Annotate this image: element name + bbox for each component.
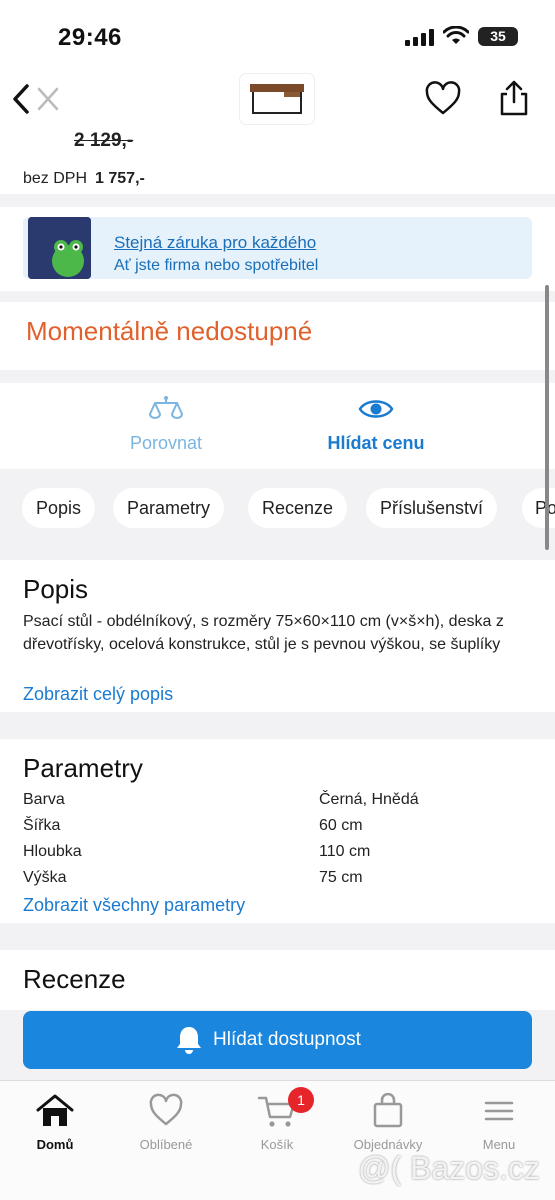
tab-more[interactable]: Po: [522, 488, 555, 528]
cart-badge: 1: [288, 1087, 314, 1113]
eye-icon: [358, 400, 394, 418]
section-tabs: Popis Parametry Recenze Příslušenství Po: [0, 472, 555, 546]
watch-price-label: Hlídat cenu: [327, 433, 425, 453]
parameter-value: 75 cm: [319, 869, 363, 886]
bag-icon: [373, 1093, 403, 1128]
status-time: 29:46: [58, 24, 122, 51]
original-price: 2 129,-: [74, 130, 134, 151]
parameter-name: Šířka: [23, 817, 61, 834]
parameter-name: Hloubka: [23, 843, 82, 860]
nav-favorites[interactable]: Oblíbené: [111, 1093, 221, 1152]
warranty-title[interactable]: Stejná záruka pro každého: [114, 233, 316, 253]
menu-icon: [484, 1101, 514, 1121]
parameter-row: Barva Černá, Hnědá: [23, 791, 532, 809]
warranty-subtitle: Ať jste firma nebo spotřebitel: [114, 257, 319, 274]
reviews-section: Recenze: [0, 950, 555, 1010]
nav-orders[interactable]: Objednávky: [333, 1093, 443, 1152]
watch-price-button[interactable]: Hlídat cenu: [296, 395, 456, 454]
description-text: Psací stůl - obdélníkový, s rozměry 75×6…: [23, 613, 504, 653]
desk-image: [250, 84, 304, 114]
back-icon[interactable]: [10, 78, 62, 120]
nav-home[interactable]: Domů: [0, 1093, 110, 1152]
warranty-banner[interactable]: Stejná záruka pro každého Ať jste firma …: [23, 217, 532, 279]
watch-availability-button[interactable]: Hlídat dostupnost: [23, 1011, 532, 1069]
status-bar: 29:46 35: [0, 0, 555, 70]
description-title: Popis: [23, 574, 89, 604]
nav-cart[interactable]: 1 Košík: [222, 1087, 332, 1152]
watch-availability-label: Hlídat dostupnost: [213, 1029, 361, 1050]
warranty-section: Stejná záruka pro každého Ať jste firma …: [0, 207, 555, 291]
tab-parametry[interactable]: Parametry: [113, 488, 225, 528]
tab-recenze[interactable]: Recenze: [248, 488, 348, 528]
parameter-row: Šířka 60 cm: [23, 817, 532, 835]
heart-icon: [149, 1093, 183, 1126]
availability-section: Momentálně nedostupné: [0, 302, 555, 370]
product-thumbnail[interactable]: [240, 74, 314, 124]
mascot-icon: [28, 217, 91, 279]
parameter-name: Výška: [23, 869, 67, 886]
availability-status: Momentálně nedostupné: [26, 316, 313, 346]
reviews-title: Recenze: [23, 964, 126, 994]
price-without-vat-value: 1 757,-: [95, 170, 145, 187]
scales-icon: [149, 396, 183, 419]
parameter-row: Výška 75 cm: [23, 869, 532, 887]
warranty-illustration: [28, 217, 91, 279]
parameter-value: 60 cm: [319, 817, 363, 834]
compare-button[interactable]: Porovnat: [86, 395, 246, 454]
tab-popis[interactable]: Popis: [22, 488, 96, 528]
wifi-icon: [443, 26, 469, 44]
compare-label: Porovnat: [129, 433, 203, 453]
parameters-title: Parametry: [23, 753, 143, 783]
parameter-name: Barva: [23, 791, 65, 808]
product-actions: Porovnat Hlídat cenu: [0, 383, 555, 469]
price-without-vat: bez DPH 1 757,-: [23, 170, 145, 188]
show-full-description-link[interactable]: Zobrazit celý popis: [23, 684, 173, 705]
description-section: Popis Psací stůl - obdélníkový, s rozměr…: [0, 560, 555, 712]
nav-cart-label: Košík: [260, 1137, 294, 1152]
show-all-parameters-link[interactable]: Zobrazit všechny parametry: [23, 895, 245, 916]
parameter-value: 110 cm: [319, 843, 371, 860]
parameter-value: Černá, Hnědá: [319, 791, 419, 808]
nav-home-label: Domů: [36, 1137, 74, 1152]
nav-menu[interactable]: Menu: [444, 1093, 554, 1152]
top-navigation-bar: [0, 70, 555, 130]
parameter-row: Hloubka 110 cm: [23, 843, 532, 861]
favorite-icon[interactable]: [424, 80, 462, 118]
price-section: 2 129,- bez DPH 1 757,-: [0, 130, 555, 194]
battery-icon: 35: [478, 27, 518, 46]
price-without-vat-label: bez DPH: [23, 170, 88, 187]
cellular-signal-icon: [405, 28, 434, 46]
watermark: @( Bazos.cz: [358, 1150, 540, 1186]
nav-favorites-label: Oblíbené: [139, 1137, 193, 1152]
tab-prislusenstvi[interactable]: Příslušenství: [366, 488, 498, 528]
scrollbar[interactable]: [545, 285, 549, 550]
bell-icon: [177, 1027, 201, 1054]
parameters-section: Parametry Barva Černá, Hnědá Šířka 60 cm…: [0, 739, 555, 923]
share-icon[interactable]: [494, 78, 534, 118]
home-icon: [36, 1094, 74, 1126]
